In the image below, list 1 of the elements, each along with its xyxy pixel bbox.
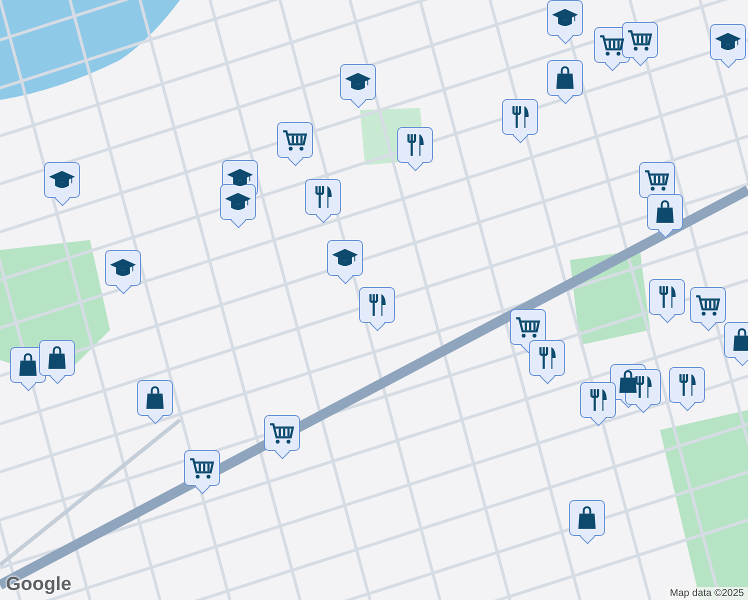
google-logo: Google — [6, 574, 72, 596]
